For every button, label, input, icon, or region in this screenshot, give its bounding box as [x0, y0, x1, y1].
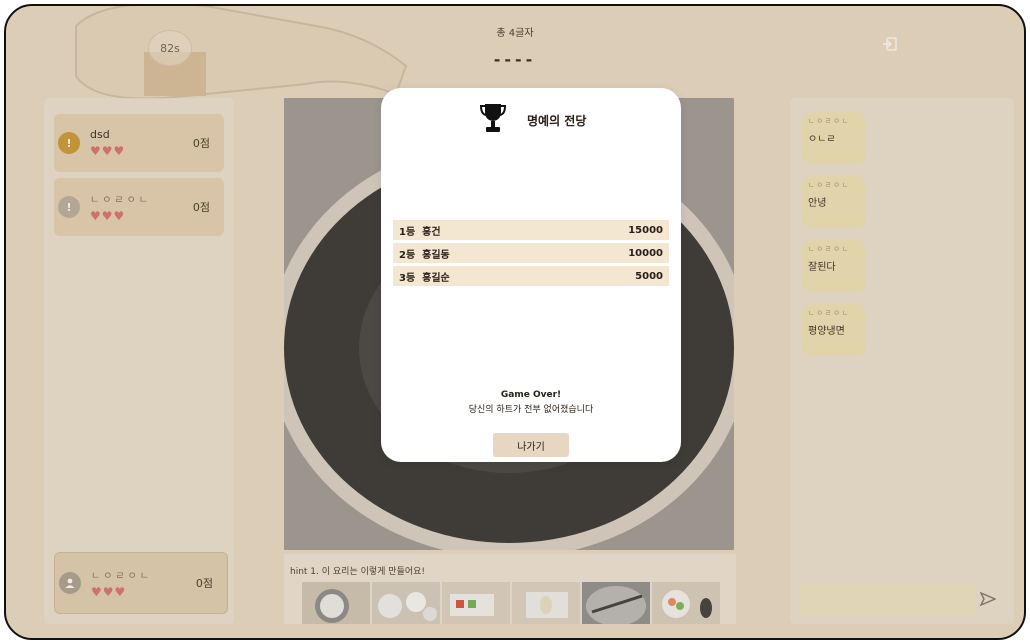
- chat-message: 평양냉면: [808, 326, 845, 337]
- hint-thumbnail[interactable]: [512, 582, 580, 624]
- chat-message: ㅇㄴㄹ: [808, 134, 836, 145]
- chat-user: ㄴㅇㄹㅇㄴ: [808, 309, 851, 317]
- exit-button[interactable]: 나가기: [493, 433, 569, 457]
- chat-user: ㄴㅇㄹㅇㄴ: [808, 117, 851, 125]
- chat-bubble: ㄴㅇㄹㅇㄴ 안녕: [802, 176, 866, 228]
- rank-score: 10000: [628, 247, 663, 259]
- rank-name: 홍길순: [422, 272, 450, 284]
- hint-thumbnail[interactable]: [652, 582, 720, 624]
- trophy-icon: [479, 104, 507, 132]
- rank-score: 5000: [635, 270, 663, 282]
- hint-thumbnail[interactable]: [372, 582, 440, 624]
- player-name: ㄴㅇㄹㅇㄴ: [91, 571, 152, 582]
- hint-thumbnail[interactable]: [442, 582, 510, 624]
- chat-message: 잘된다: [808, 262, 836, 273]
- player-score: 0점: [192, 137, 210, 150]
- chat-message: 안녕: [808, 198, 827, 209]
- rank-label: 1등: [399, 226, 416, 238]
- rank-label: 3등: [399, 272, 416, 284]
- ranking-list: 1등 홍건 15000 2등 홍길동 10000 3등 홍길순 5000: [393, 220, 669, 289]
- chat-input[interactable]: [800, 584, 976, 616]
- game-over-title: Game Over!: [500, 390, 562, 400]
- hint-bar: hint 1. 이 요리는 이렇게 만들어요!: [284, 554, 736, 624]
- player-name: ㄴㅇㄹㅇㄴ: [90, 195, 151, 206]
- game-window: 82s 총 4글자 ---- ! dsd ♥♥♥ 0점 ! ㄴㅇㄹㅇㄴ ♥♥♥ …: [4, 4, 1026, 640]
- ranking-row: 3등 홍길순 5000: [393, 266, 669, 286]
- chat-bubble: ㄴㅇㄹㅇㄴ 잘된다: [802, 240, 866, 292]
- players-panel: ! dsd ♥♥♥ 0점 ! ㄴㅇㄹㅇㄴ ♥♥♥ 0점: [44, 98, 234, 624]
- player-score: 0점: [195, 577, 213, 590]
- exclamation-icon: !: [58, 196, 80, 218]
- player-hearts: ♥♥♥: [91, 585, 127, 599]
- player-name: dsd: [90, 128, 110, 141]
- chat-bubble: ㄴㅇㄹㅇㄴ 평양냉면: [802, 304, 866, 356]
- exclamation-icon: !: [58, 132, 80, 154]
- send-icon[interactable]: [980, 592, 996, 606]
- modal-title: 명예의 전당: [527, 114, 587, 128]
- rank-score: 15000: [628, 224, 663, 236]
- game-over-message: 당신의 하트가 전부 없어졌습니다: [468, 405, 594, 415]
- rank-label: 2등: [399, 249, 416, 261]
- ranking-row: 2등 홍길동 10000: [393, 243, 669, 263]
- self-player-card: ㄴㅇㄹㅇㄴ ♥♥♥ 0점: [54, 552, 228, 614]
- word-length-label: 총 4글자: [496, 28, 534, 39]
- hint-thumbnail[interactable]: [582, 582, 650, 624]
- player-hearts: ♥♥♥: [90, 209, 126, 223]
- hint-text: hint 1. 이 요리는 이렇게 만들어요!: [290, 567, 426, 577]
- rank-name: 홍건: [422, 226, 441, 238]
- chat-bubble: ㄴㅇㄹㅇㄴ ㅇㄴㄹ: [802, 112, 866, 164]
- exit-icon[interactable]: [882, 36, 898, 52]
- player-hearts: ♥♥♥: [90, 144, 126, 158]
- hint-thumbnails: [302, 582, 720, 624]
- chat-user: ㄴㅇㄹㅇㄴ: [808, 181, 851, 189]
- player-card: ! dsd ♥♥♥ 0점: [54, 114, 224, 172]
- player-card: ! ㄴㅇㄹㅇㄴ ♥♥♥ 0점: [54, 178, 224, 236]
- player-score: 0점: [192, 201, 210, 214]
- chat-panel: ㄴㅇㄹㅇㄴ ㅇㄴㄹ ㄴㅇㄹㅇㄴ 안녕 ㄴㅇㄹㅇㄴ 잘된다 ㄴㅇㄹㅇㄴ 평양냉면: [790, 98, 1014, 624]
- hint-thumbnail[interactable]: [302, 582, 370, 624]
- user-icon: [59, 572, 81, 594]
- answer-blanks: ----: [493, 50, 537, 69]
- hall-of-fame-modal: 명예의 전당 1등 홍건 15000 2등 홍길동 10000 3등 홍길순 5…: [381, 88, 681, 462]
- ranking-row: 1등 홍건 15000: [393, 220, 669, 240]
- chat-user: ㄴㅇㄹㅇㄴ: [808, 245, 851, 253]
- rank-name: 홍길동: [422, 249, 450, 261]
